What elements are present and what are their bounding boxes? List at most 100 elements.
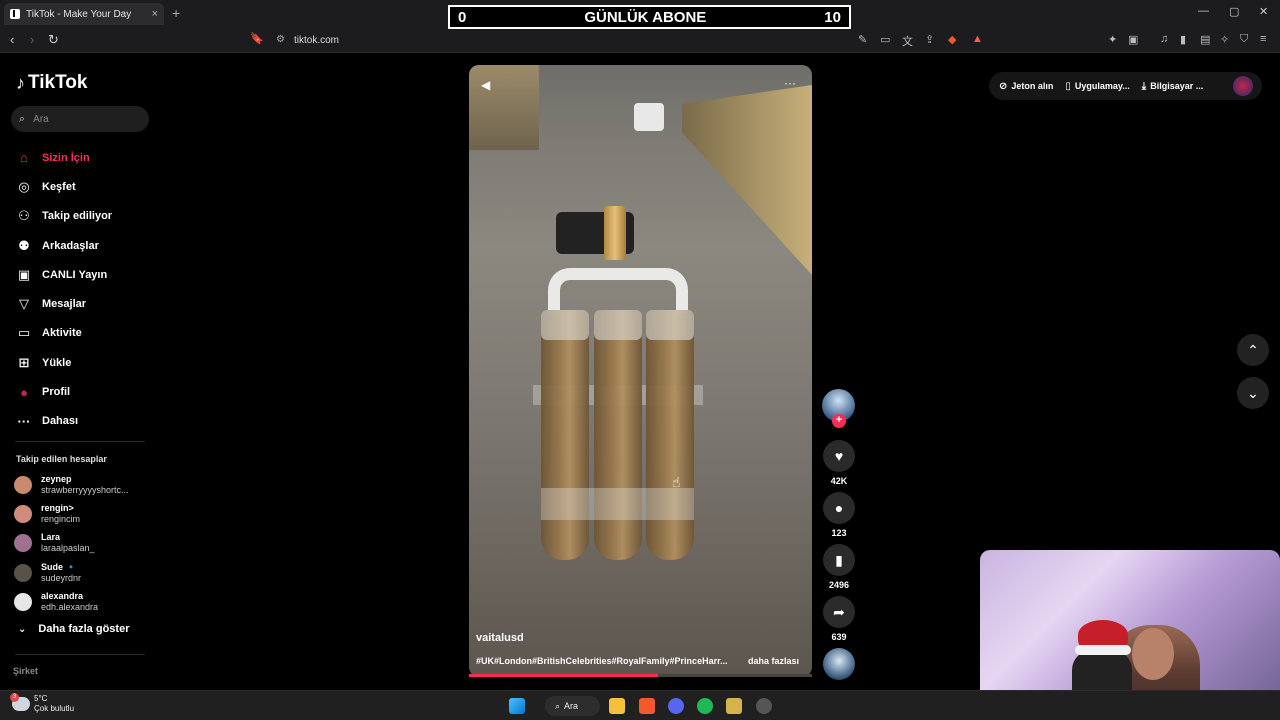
save-count: 2496 bbox=[828, 580, 850, 590]
filter-pipe bbox=[548, 268, 688, 314]
company-section-title[interactable]: Şirket bbox=[13, 666, 38, 676]
video-progress-fill bbox=[469, 674, 658, 677]
sidebar-item-more[interactable]: ··· Dahası bbox=[15, 407, 155, 436]
new-tab-icon[interactable]: + bbox=[172, 5, 180, 21]
followed-account-sude[interactable]: Sude 🔹 sudeyrdnr bbox=[14, 558, 154, 587]
followed-account-lara[interactable]: Lara laraalpaslan_ bbox=[14, 529, 154, 558]
sidebar-item-live[interactable]: ▣ CANLI Yayın bbox=[15, 260, 155, 289]
share-button[interactable]: ➦ bbox=[823, 596, 855, 628]
file-explorer-icon[interactable] bbox=[609, 698, 625, 714]
get-app-button[interactable]: ▯ Uygulamay... bbox=[1065, 81, 1129, 92]
santa-hat-trim bbox=[1075, 645, 1131, 655]
app-icon[interactable] bbox=[726, 698, 742, 714]
live-icon: ▣ bbox=[17, 266, 31, 282]
weather-temp: 5°C bbox=[34, 694, 48, 703]
followed-account-alexandra[interactable]: alexandra edh.alexandra bbox=[14, 587, 154, 616]
avatar bbox=[14, 534, 32, 553]
url-field[interactable]: ⚙ tiktok.com bbox=[270, 30, 850, 50]
rewards-icon[interactable]: ▲ bbox=[972, 33, 983, 45]
account-handle: strawberryyyyshortc... bbox=[41, 484, 129, 495]
previous-video-button[interactable]: ⌃ bbox=[1237, 334, 1269, 366]
activity-icon: ▭ bbox=[17, 325, 31, 341]
video-options-icon[interactable]: ··· bbox=[784, 76, 796, 90]
desktop-app-button[interactable]: ⤓ Bilgisayar ... bbox=[1142, 81, 1203, 92]
get-coins-button[interactable]: ⊘ Jeton alın bbox=[999, 81, 1053, 92]
account-name: rengin> bbox=[41, 502, 74, 513]
reload-icon[interactable]: ↻ bbox=[48, 32, 59, 48]
weather-badge: 3 bbox=[10, 693, 19, 702]
get-app-label: Uygulamay... bbox=[1074, 81, 1130, 91]
browser-tab[interactable]: TikTok - Make Your Day × bbox=[4, 3, 164, 25]
search-icon: ⌕ bbox=[555, 700, 561, 711]
vpn-icon[interactable]: ⛉ bbox=[1240, 33, 1248, 46]
maximize-icon[interactable]: ▢ bbox=[1229, 5, 1239, 18]
share-icon[interactable]: ⇪ bbox=[925, 33, 934, 46]
followed-account-zeynep[interactable]: zeynep strawberryyyyshortc... bbox=[14, 470, 154, 499]
brave-browser-icon[interactable] bbox=[639, 698, 655, 714]
tiktok-favicon-icon bbox=[10, 9, 20, 19]
search-placeholder: Ara bbox=[33, 113, 49, 125]
brave-shield-icon[interactable]: ◆ bbox=[948, 33, 956, 46]
get-coins-label: Jeton alın bbox=[1011, 81, 1054, 91]
followed-account-rengin[interactable]: rengin> rengincim bbox=[14, 499, 154, 528]
discord-icon[interactable] bbox=[668, 698, 684, 714]
menu-icon[interactable]: ≡ bbox=[1260, 33, 1266, 45]
filter-tube bbox=[594, 310, 642, 560]
weather-widget[interactable]: 3 5°C Çok bulutlu bbox=[10, 693, 74, 714]
tiktok-note-icon: ♪ bbox=[16, 72, 25, 93]
sidebar-item-for-you[interactable]: ⌂ Sizin İçin bbox=[15, 143, 155, 172]
search-input[interactable]: ⌕ Ara bbox=[11, 106, 149, 132]
site-info-icon[interactable]: ⚙ bbox=[276, 34, 285, 45]
forward-icon[interactable]: › bbox=[30, 32, 34, 47]
sidebar-item-explore[interactable]: ◎ Keşfet bbox=[15, 172, 155, 201]
spotify-icon[interactable] bbox=[697, 698, 713, 714]
screenshot-icon[interactable]: ▣ bbox=[1128, 33, 1138, 46]
sidebar-item-friends[interactable]: ⚉ Arkadaşlar bbox=[15, 231, 155, 260]
tiktok-logo[interactable]: ♪ TikTok bbox=[16, 72, 87, 94]
music-disc-icon[interactable] bbox=[823, 648, 855, 680]
obs-icon[interactable] bbox=[756, 698, 772, 714]
windows-start-icon[interactable] bbox=[509, 698, 525, 714]
translate-icon[interactable]: 文 bbox=[902, 33, 913, 49]
video-scene-wall bbox=[682, 85, 812, 275]
friends-icon: ⚉ bbox=[18, 237, 30, 253]
account-handle: edh.alexandra bbox=[41, 601, 99, 612]
filter-rack-bottom bbox=[541, 488, 694, 520]
bookmark-icon[interactable]: 🔖 bbox=[250, 32, 264, 45]
taskbar-search[interactable]: ⌕ Ara bbox=[545, 696, 600, 716]
save-button[interactable]: ▮ bbox=[823, 544, 855, 576]
extensions-icon[interactable]: ✦ bbox=[1108, 33, 1117, 46]
sidebar-item-activity[interactable]: ▭ Aktivite bbox=[15, 319, 155, 348]
next-video-button[interactable]: ⌄ bbox=[1237, 377, 1269, 409]
filter-tap-cap bbox=[604, 206, 626, 260]
like-button[interactable]: ♥ bbox=[823, 440, 855, 472]
taskbar-search-label: Ara bbox=[564, 701, 579, 711]
minimize-icon[interactable]: — bbox=[1198, 5, 1209, 17]
sidebar-menu: ⌂ Sizin İçin ◎ Keşfet ⚇ Takip ediliyor ⚉… bbox=[15, 143, 155, 436]
music-icon[interactable]: ♫ bbox=[1160, 33, 1168, 45]
no-ai-icon[interactable]: ✎ bbox=[858, 33, 867, 46]
video-more-link[interactable]: daha fazlası bbox=[748, 656, 799, 666]
upload-icon: ⊞ bbox=[18, 354, 30, 370]
close-window-icon[interactable]: ✕ bbox=[1259, 5, 1268, 18]
video-hashtags[interactable]: #UK#London#BritishCelebrities#RoyalFamil… bbox=[476, 656, 742, 666]
sidebar-item-following[interactable]: ⚇ Takip ediliyor bbox=[15, 202, 155, 231]
video-progress-bar[interactable] bbox=[469, 674, 812, 677]
video-author[interactable]: vaitalusd bbox=[476, 632, 524, 644]
sidebar-item-upload[interactable]: ⊞ Yükle bbox=[15, 348, 155, 377]
show-more-button[interactable]: ⌄ Daha fazla göster bbox=[18, 623, 129, 635]
sidebar-item-messages[interactable]: ▽ Mesajlar bbox=[15, 289, 155, 318]
avatar bbox=[14, 592, 32, 611]
volume-icon[interactable]: ◀ bbox=[481, 78, 490, 92]
wallet-icon[interactable]: ▤ bbox=[1200, 33, 1210, 46]
sidebar-icon[interactable]: ▮ bbox=[1180, 33, 1186, 46]
leo-icon[interactable]: ✧ bbox=[1220, 33, 1229, 46]
reader-icon[interactable]: ▭ bbox=[880, 33, 890, 46]
follow-plus-icon[interactable]: + bbox=[832, 414, 846, 428]
comment-button[interactable]: ● bbox=[823, 492, 855, 524]
back-icon[interactable]: ‹ bbox=[10, 32, 14, 47]
sidebar-item-profile[interactable]: ● Profil bbox=[15, 377, 155, 406]
chevron-down-icon: ⌄ bbox=[18, 623, 27, 635]
tab-close-icon[interactable]: × bbox=[152, 8, 158, 20]
user-avatar[interactable] bbox=[1233, 76, 1253, 96]
